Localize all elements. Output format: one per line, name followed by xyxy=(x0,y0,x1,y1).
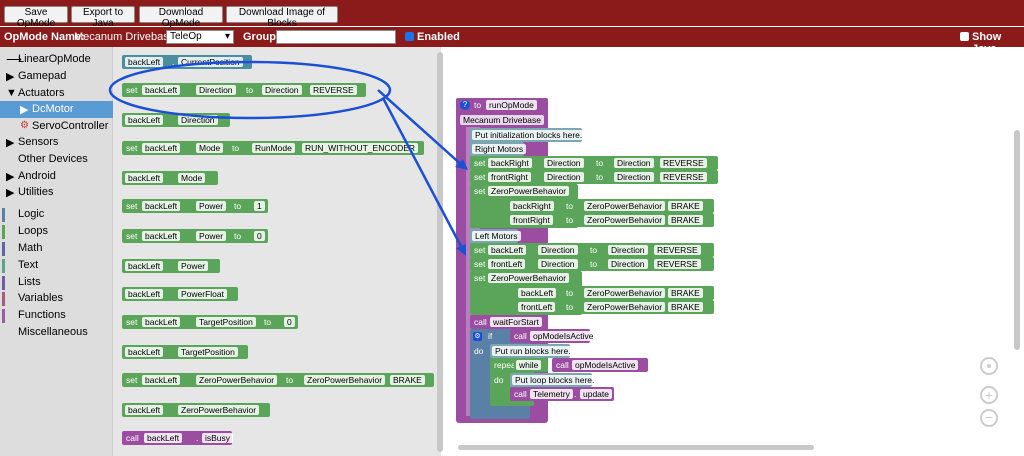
arrow-to-right-motors xyxy=(377,89,465,168)
highlight-ellipse xyxy=(108,60,392,120)
arrow-to-left-motors xyxy=(381,97,466,253)
zoom-out-icon[interactable]: − xyxy=(980,409,998,427)
zoom-in-icon[interactable]: + xyxy=(980,386,998,404)
recenter-icon[interactable] xyxy=(980,357,998,375)
annotation-overlay xyxy=(108,60,468,256)
